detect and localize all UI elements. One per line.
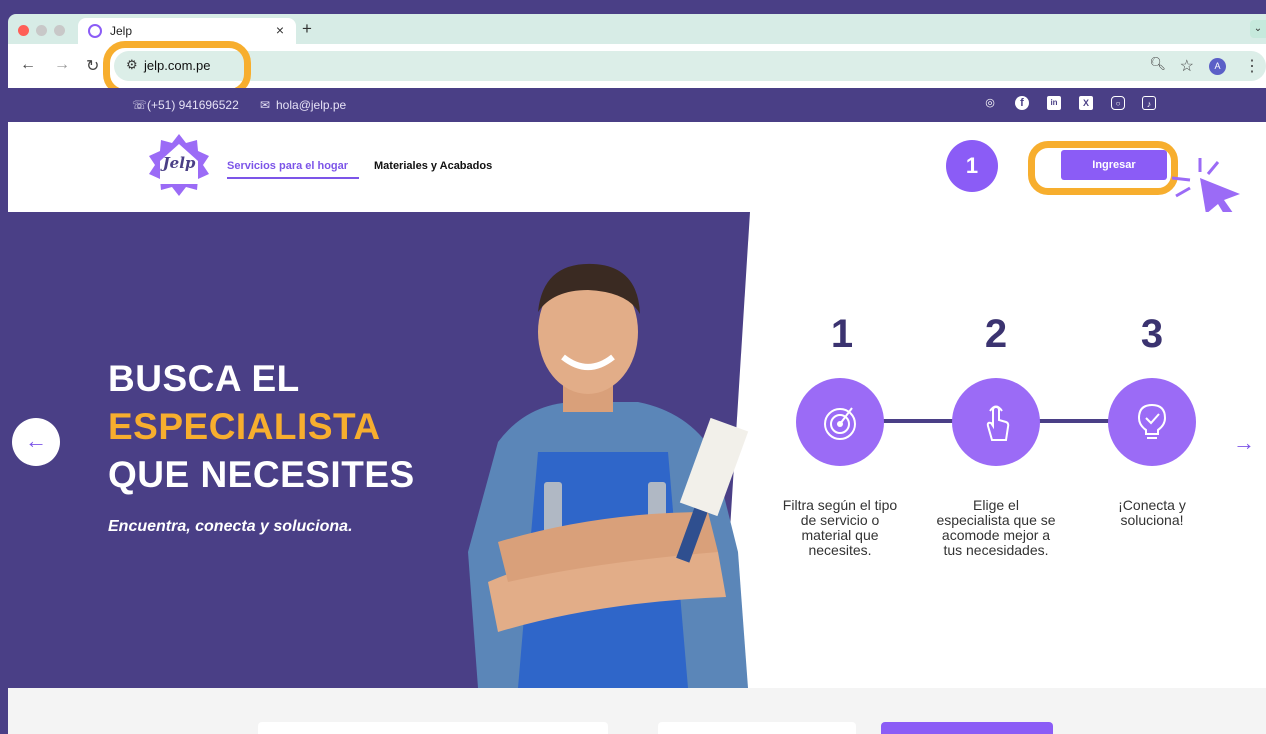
location-select[interactable]	[658, 722, 856, 734]
forward-icon[interactable]: →	[54, 56, 70, 74]
hero-headline-line3: QUE NECESITES	[108, 454, 415, 495]
linkedin-icon[interactable]: in	[1047, 96, 1061, 110]
hero-headline-line2: ESPECIALISTA	[108, 406, 381, 447]
service-search-input[interactable]	[258, 722, 608, 734]
login-highlight-outline	[1028, 141, 1178, 195]
minimize-window-button[interactable]	[36, 25, 47, 36]
back-icon[interactable]: ←	[20, 56, 36, 74]
maximize-window-button[interactable]	[54, 25, 65, 36]
step-1-text: Filtra según el tipo de servicio o mater…	[782, 497, 898, 558]
lightbulb-check-icon	[1137, 403, 1167, 439]
logo-text: Jelp	[162, 154, 196, 172]
search-button[interactable]	[881, 722, 1053, 734]
whatsapp-icon[interactable]: ◎	[983, 96, 997, 110]
phone-number[interactable]: (+51) 941696522	[147, 98, 239, 112]
profile-avatar[interactable]: A	[1209, 58, 1226, 75]
target-icon	[824, 407, 856, 440]
phone-icon: ☏	[132, 98, 148, 112]
bookmark-star-icon[interactable]: ☆	[1180, 56, 1194, 76]
close-window-button[interactable]	[18, 25, 29, 36]
hero-headline-line1: BUSCA EL	[108, 358, 300, 399]
step-1-number: 1	[830, 312, 854, 356]
email-address[interactable]: hola@jelp.pe	[276, 98, 346, 112]
step-1-circle	[796, 378, 884, 466]
tab-favicon-icon	[88, 24, 102, 38]
tutorial-step-badge: 1	[946, 140, 998, 192]
reload-icon[interactable]: ↻	[86, 56, 99, 76]
active-nav-underline	[227, 177, 359, 179]
browser-tab-bar: Jelp × + ⌄	[8, 14, 1266, 44]
search-section	[8, 688, 1266, 734]
step-2-text: Elige el especialista que se acomode mej…	[936, 497, 1056, 558]
mail-icon: ✉	[260, 98, 271, 112]
new-tab-icon[interactable]: +	[302, 19, 312, 39]
tab-title: Jelp	[110, 24, 133, 38]
carousel-next-button[interactable]: →	[1233, 430, 1255, 456]
step-2-circle	[952, 378, 1040, 466]
step-3-circle	[1108, 378, 1196, 466]
tab-search-icon[interactable]: ⌄	[1250, 20, 1266, 38]
jelp-logo[interactable]: Jelp	[148, 134, 210, 196]
contact-bar: ☏ (+51) 941696522 ✉ hola@jelp.pe ◎ f in …	[8, 88, 1266, 122]
step-3-text: ¡Conecta y soluciona!	[1118, 497, 1186, 528]
address-bar[interactable]: ⚙ jelp.com.pe	[114, 51, 1266, 81]
hero-tagline: Encuentra, conecta y soluciona.	[108, 518, 353, 535]
arrow-left-icon: ←	[25, 428, 47, 453]
worker-photo	[468, 263, 749, 688]
facebook-icon[interactable]: f	[1015, 96, 1029, 110]
hero-banner: BUSCA EL ESPECIALISTA QUE NECESITES Encu…	[8, 212, 1266, 688]
tiktok-icon[interactable]: ♪	[1142, 96, 1156, 110]
step-3-number: 3	[1140, 312, 1164, 356]
nav-servicios-hogar[interactable]: Servicios para el hogar	[227, 160, 348, 172]
zoom-icon[interactable]: 🔍︎	[1149, 56, 1166, 72]
step-2-number: 2	[984, 312, 1008, 356]
x-icon[interactable]: X	[1079, 96, 1093, 110]
tab-close-icon[interactable]: ×	[276, 22, 284, 38]
arrow-right-icon: →	[1233, 430, 1255, 455]
menu-kebab-icon[interactable]: ⋮	[1244, 56, 1260, 76]
touch-hand-icon	[986, 405, 1010, 441]
carousel-prev-button[interactable]: ←	[12, 418, 60, 466]
nav-materiales-acabados[interactable]: Materiales y Acabados	[374, 160, 492, 172]
instagram-icon[interactable]: ○	[1111, 96, 1125, 110]
